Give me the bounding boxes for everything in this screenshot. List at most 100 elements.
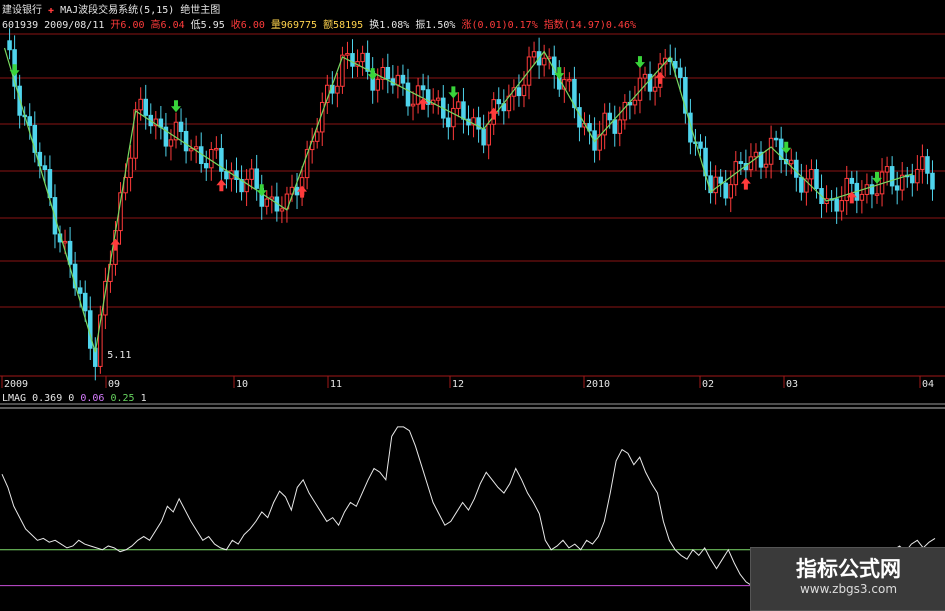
- candle-body: [839, 200, 844, 212]
- candle-body: [183, 130, 189, 152]
- candle-body: [168, 139, 174, 147]
- candle-body: [789, 159, 794, 165]
- stock-chart: 5.11 2009 09 10 11 12 2010 02 03 04: [0, 28, 945, 590]
- axis-tick-label: 10: [236, 379, 248, 390]
- candle-body: [864, 184, 870, 195]
- change-value: 涨(0.01)0.17%: [461, 20, 538, 31]
- candle-body: [7, 40, 12, 51]
- axis-tick-label: 09: [108, 379, 120, 390]
- candle-body: [158, 118, 164, 128]
- amount-value: 额58195: [323, 20, 364, 31]
- low-price-label: 5.11: [107, 350, 131, 361]
- candle-body: [67, 240, 73, 265]
- candle-body: [834, 198, 839, 212]
- volume-value: 量969775: [270, 20, 318, 31]
- main-chart-name: 绝世主图: [180, 5, 221, 16]
- candle-body: [435, 97, 441, 101]
- candle-body: [612, 119, 618, 134]
- indicator-v5: 1: [140, 393, 147, 404]
- candle-body: [214, 147, 219, 151]
- candle-body: [314, 131, 320, 142]
- candle-body: [814, 169, 819, 190]
- sell-arrow-icon: [634, 56, 645, 69]
- candle-body: [249, 168, 254, 180]
- axis-tick-label: 12: [452, 379, 464, 390]
- candle-body: [521, 84, 527, 97]
- candle-body: [874, 193, 880, 196]
- candle-body: [335, 85, 340, 94]
- candle-body: [516, 87, 522, 97]
- candle-body: [209, 149, 214, 169]
- date-axis: 2009 09 10 11 12 2010 02 03 04: [1, 376, 934, 390]
- candle-body: [360, 52, 365, 63]
- system-name: MAJ波段交易系统(5,15): [60, 5, 175, 16]
- buy-arrow-icon: [216, 179, 227, 192]
- close-value: 收6.00: [230, 20, 265, 31]
- stock-code: 601939: [2, 20, 39, 31]
- candle-body: [652, 86, 658, 92]
- candle-body: [894, 185, 900, 191]
- candle-body: [799, 176, 804, 193]
- candle-body: [698, 141, 703, 149]
- candle-body: [622, 101, 628, 121]
- candle-body: [244, 178, 249, 193]
- candle-body: [375, 78, 380, 91]
- buy-arrow-icon: [488, 107, 499, 120]
- axis-tick-label: 2009: [4, 379, 28, 390]
- candle-body: [188, 148, 194, 152]
- candle-body: [728, 184, 734, 199]
- sell-arrow-icon: [9, 64, 20, 77]
- candle-body: [718, 176, 723, 184]
- axis-tick-label: 02: [702, 379, 714, 390]
- buy-arrow-icon: [740, 177, 751, 190]
- candle-body: [279, 208, 285, 212]
- candle-body: [178, 121, 184, 132]
- candle-body: [915, 168, 920, 184]
- indicator-name: LMAG: [2, 393, 27, 404]
- system-icon: ✚: [48, 5, 55, 16]
- index-value: 指数(14.97)0.46%: [543, 20, 636, 31]
- sell-arrow-icon: [448, 86, 459, 99]
- buy-arrow-icon: [655, 71, 666, 84]
- candle-body: [773, 137, 779, 141]
- candle-body: [193, 146, 199, 150]
- candle-body: [405, 82, 411, 107]
- low-value: 低5.95: [190, 20, 225, 31]
- indicator-header: LMAG 0.369 0 0.06 0.25 1: [2, 393, 147, 404]
- axis-tick-label: 04: [922, 379, 934, 390]
- price-grid: [0, 33, 945, 405]
- candle-body: [138, 98, 143, 111]
- candle-body: [738, 161, 744, 165]
- candle-body: [713, 176, 718, 194]
- candle-body: [884, 166, 890, 173]
- sell-arrow-icon: [170, 100, 181, 113]
- title-row: 建设银行 ✚ MAJ波段交易系统(5,15) 绝世主图: [2, 1, 220, 16]
- candle-body: [82, 292, 88, 312]
- candle-body: [461, 101, 466, 120]
- candle-body: [910, 175, 915, 184]
- amplitude-value: 振1.50%: [415, 20, 456, 31]
- indicator-v2: 0: [68, 393, 75, 404]
- candle-body: [496, 99, 502, 105]
- candle-body: [42, 165, 48, 171]
- candle-body: [224, 170, 229, 180]
- candle-body: [451, 107, 456, 128]
- candle-body: [889, 166, 895, 187]
- candle-body: [723, 182, 728, 199]
- quote-row: 601939 2009/08/11 开6.00 高6.04 低5.95 收6.0…: [2, 16, 636, 31]
- candle-body: [350, 53, 355, 67]
- buy-arrow-icon: [110, 238, 121, 251]
- candle-body: [678, 67, 683, 78]
- axis-tick-label: 11: [330, 379, 342, 390]
- candle-body: [410, 103, 416, 107]
- turnover-value: 换1.08%: [369, 20, 410, 31]
- candle-body: [531, 51, 537, 58]
- candle-body: [264, 198, 270, 207]
- candle-body: [254, 168, 259, 189]
- candle-body: [203, 163, 209, 169]
- indicator-v4: 0.25: [110, 393, 135, 404]
- candle-body: [642, 73, 648, 79]
- axis-tick-label: 03: [786, 379, 798, 390]
- candle-body: [753, 151, 759, 158]
- candle-body: [400, 74, 406, 84]
